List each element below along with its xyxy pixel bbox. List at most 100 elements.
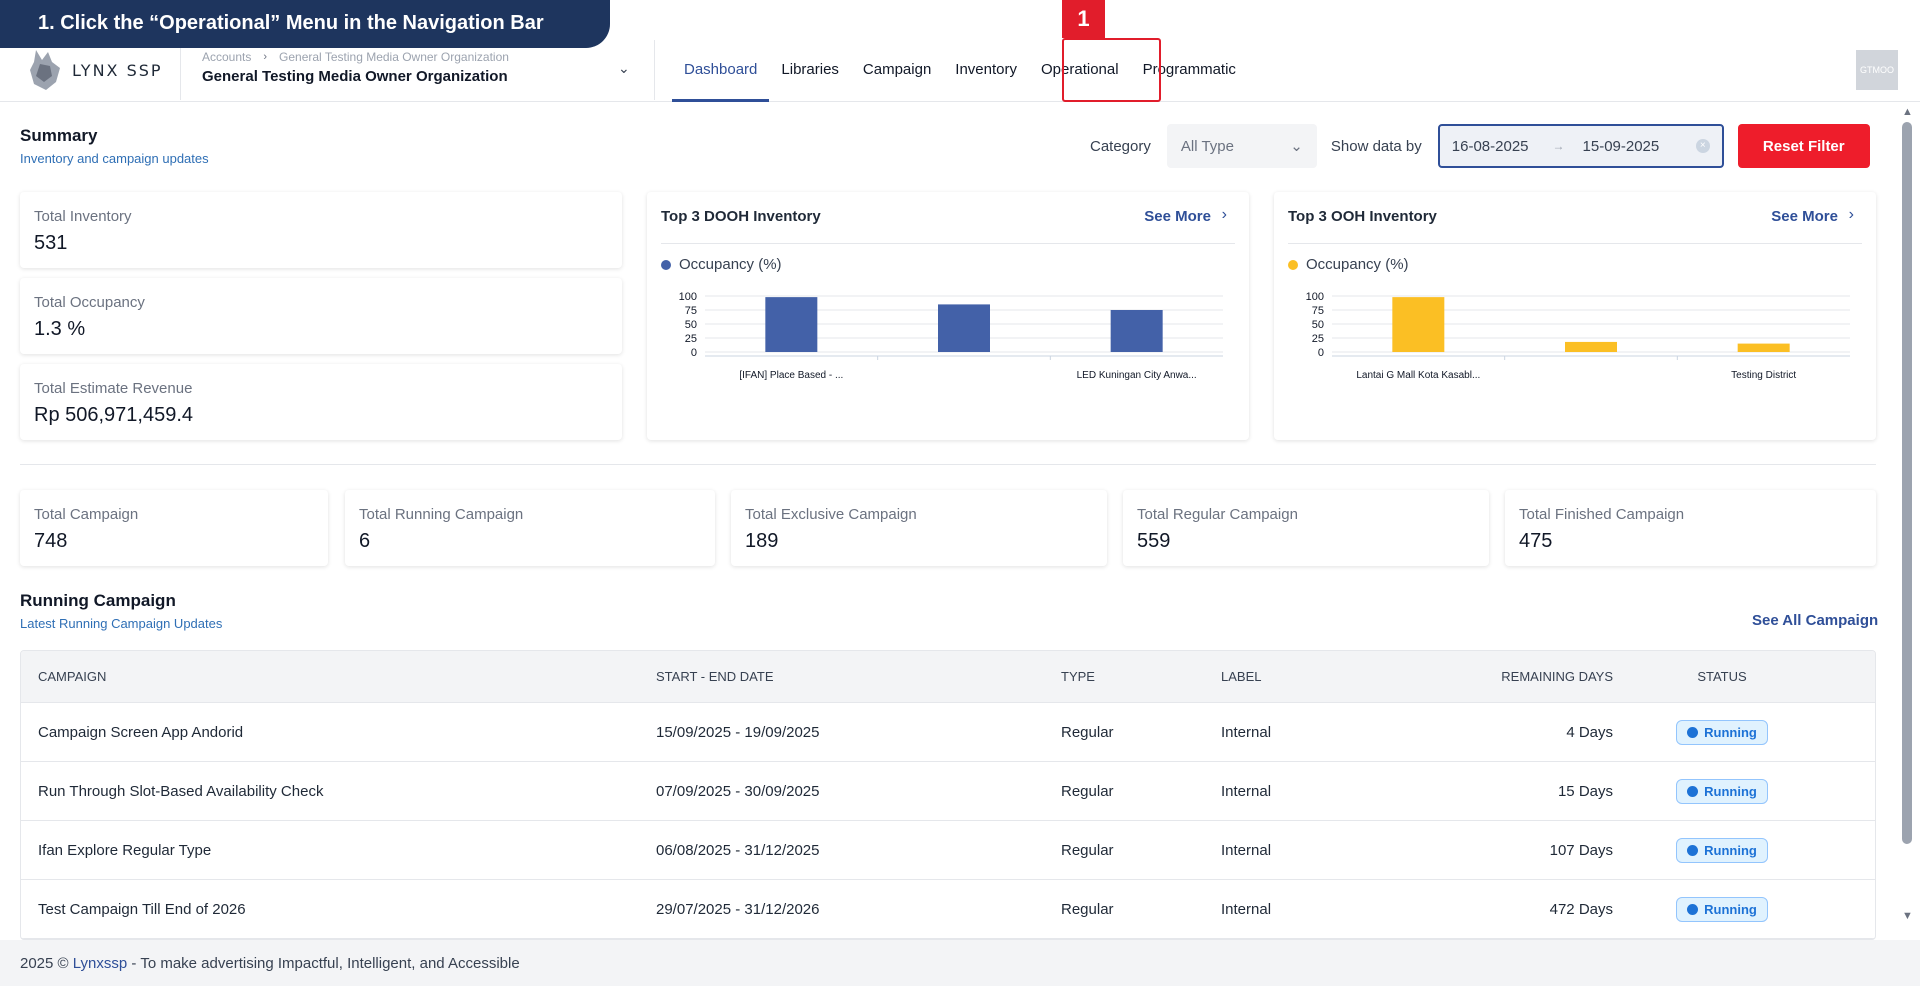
stat-value: 6 — [359, 530, 371, 552]
chevron-down-icon: ⌄ — [1290, 138, 1303, 155]
legend-dot — [661, 259, 671, 270]
y-tick-label: 100 — [679, 291, 697, 303]
x-tick-label: Testing District — [1731, 370, 1796, 381]
table-row[interactable]: Test Campaign Till End of 2026 29/07/202… — [21, 880, 1875, 939]
bar — [938, 304, 990, 352]
status-label: Running — [1704, 901, 1757, 917]
ooh-legend: Occupancy (%) — [1288, 256, 1409, 273]
campaign-label: Internal — [1221, 900, 1272, 918]
y-tick-label: 0 — [691, 347, 697, 359]
campaign-dates: 15/09/2025 - 19/09/2025 — [656, 723, 820, 741]
category-select[interactable]: All Type ⌄ — [1166, 124, 1317, 168]
column-header[interactable]: LABEL — [1205, 669, 1365, 684]
date-range-picker[interactable]: 16-08-2025 → 15-09-2025 × — [1437, 124, 1724, 168]
campaign-name[interactable]: Run Through Slot-Based Availability Chec… — [21, 783, 640, 800]
summary-title: Summary — [20, 126, 98, 145]
running-title: Running Campaign — [20, 591, 176, 610]
nav-operational[interactable]: Operational — [1029, 40, 1131, 102]
nav-programmatic[interactable]: Programmatic — [1131, 40, 1248, 102]
category-value: All Type — [1180, 137, 1234, 155]
status-label: Running — [1704, 724, 1757, 740]
stat-card-occupancy: Total Occupancy 1.3 % — [20, 278, 622, 354]
column-header[interactable]: TYPE — [1045, 669, 1205, 684]
scroll-up-icon[interactable]: ▲ — [1902, 106, 1913, 118]
date-to[interactable]: 15-09-2025 — [1583, 138, 1660, 155]
org-switcher[interactable]: Accounts › General Testing Media Owner O… — [202, 50, 509, 85]
table-row[interactable]: Ifan Explore Regular Type 06/08/2025 - 3… — [21, 821, 1875, 880]
stat-value: Rp 506,971,459.4 — [34, 404, 194, 426]
ooh-title: Top 3 OOH Inventory — [1288, 208, 1437, 225]
nav-inventory[interactable]: Inventory — [943, 40, 1029, 102]
ooh-bar-chart: 100 75 50 25 0 Lantai G Mall Kota Kasabl... Te… — [1306, 291, 1850, 381]
table-row[interactable]: Run Through Slot-Based Availability Chec… — [21, 762, 1875, 821]
see-all-campaign-link[interactable]: See All Campaign — [1752, 612, 1878, 629]
y-tick-label: 0 — [1318, 347, 1324, 359]
column-header[interactable]: REMAINING DAYS — [1365, 669, 1629, 684]
bar — [765, 297, 818, 352]
campaign-dates: 29/07/2025 - 31/12/2026 — [656, 900, 820, 918]
section-divider — [20, 464, 1876, 465]
remaining-days: 472 Days — [1549, 900, 1613, 918]
category-label: Category — [1090, 137, 1151, 155]
stat-label: Total Occupancy — [34, 294, 145, 311]
dooh-bar-chart: 100 75 50 25 0 [IFAN] Place Based - ... LED Ku… — [679, 291, 1223, 381]
status-badge: Running — [1676, 719, 1768, 745]
y-tick-label: 75 — [1312, 305, 1324, 317]
avatar[interactable]: GTMOO — [1856, 50, 1898, 90]
dooh-legend: Occupancy (%) — [661, 256, 782, 273]
chevron-right-icon[interactable]: › — [1849, 206, 1854, 224]
y-tick-label: 50 — [1312, 319, 1324, 331]
org-name: General Testing Media Owner Organization — [202, 68, 508, 85]
campaign-name[interactable]: Test Campaign Till End of 2026 — [21, 901, 640, 918]
nav-libraries[interactable]: Libraries — [769, 40, 851, 102]
stat-label: Total Finished Campaign — [1519, 506, 1685, 523]
column-header[interactable]: STATUS — [1629, 669, 1875, 684]
ooh-see-more[interactable]: See More — [1771, 208, 1838, 225]
y-tick-label: 25 — [685, 333, 697, 345]
legend-label: Occupancy (%) — [679, 256, 782, 273]
nav-dashboard[interactable]: Dashboard — [672, 40, 770, 102]
divider — [180, 40, 181, 100]
date-from[interactable]: 16-08-2025 — [1452, 138, 1529, 155]
reset-filter-button[interactable]: Reset Filter — [1737, 124, 1870, 168]
column-header[interactable]: START - END DATE — [640, 669, 1045, 684]
column-header[interactable]: CAMPAIGN — [21, 669, 640, 684]
stat-value: 475 — [1519, 530, 1553, 552]
stat-card-inventory: Total Inventory 531 — [20, 192, 622, 268]
stat-card-revenue: Total Estimate Revenue Rp 506,971,459.4 — [20, 364, 622, 440]
main-nav: Dashboard Libraries Campaign Inventory O… — [672, 40, 1248, 102]
breadcrumb: Accounts › General Testing Media Owner O… — [202, 50, 509, 64]
ooh-card: Top 3 OOH Inventory See More › Occupancy… — [1274, 192, 1876, 440]
chevron-right-icon[interactable]: › — [1222, 206, 1227, 224]
status-badge: Running — [1676, 896, 1768, 922]
scroll-down-icon[interactable]: ▼ — [1902, 910, 1913, 922]
stat-label: Total Regular Campaign — [1137, 506, 1298, 523]
breadcrumb-org[interactable]: General Testing Media Owner Organization — [279, 50, 509, 64]
chevron-right-icon: › — [263, 51, 268, 63]
dooh-see-more[interactable]: See More — [1144, 208, 1211, 225]
campaign-name[interactable]: Ifan Explore Regular Type — [21, 842, 640, 859]
campaign-dates: 07/09/2025 - 30/09/2025 — [656, 782, 820, 800]
x-tick-label: LED Kuningan City Anwa... — [1077, 370, 1197, 381]
bar — [1565, 341, 1617, 352]
footer: 2025 © Lynxssp - To make advertising Imp… — [0, 940, 1920, 986]
y-tick-label: 100 — [1306, 291, 1324, 303]
campaign-dates: 06/08/2025 - 31/12/2025 — [656, 841, 820, 859]
campaign-name[interactable]: Campaign Screen App Andorid — [21, 724, 640, 741]
clear-icon[interactable]: × — [1695, 139, 1710, 153]
campaign-label: Internal — [1221, 782, 1272, 800]
table-row[interactable]: Campaign Screen App Andorid 15/09/2025 -… — [21, 703, 1875, 762]
scrollbar-thumb[interactable] — [1902, 122, 1912, 844]
chevron-down-icon[interactable]: ⌄ — [618, 60, 630, 77]
bar — [1110, 310, 1163, 352]
show-data-by-label: Show data by — [1330, 137, 1422, 155]
stat-value: 748 — [34, 530, 68, 552]
stat-value: 1.3 % — [34, 318, 86, 340]
nav-campaign[interactable]: Campaign — [851, 40, 943, 102]
stat-value: 559 — [1137, 530, 1171, 552]
breadcrumb-accounts[interactable]: Accounts — [202, 50, 251, 64]
stat-label: Total Campaign — [34, 506, 139, 523]
footer-brand-link[interactable]: Lynxssp — [73, 955, 127, 972]
campaign-label: Internal — [1221, 841, 1272, 859]
logo[interactable]: LYNX SSP — [26, 48, 163, 92]
